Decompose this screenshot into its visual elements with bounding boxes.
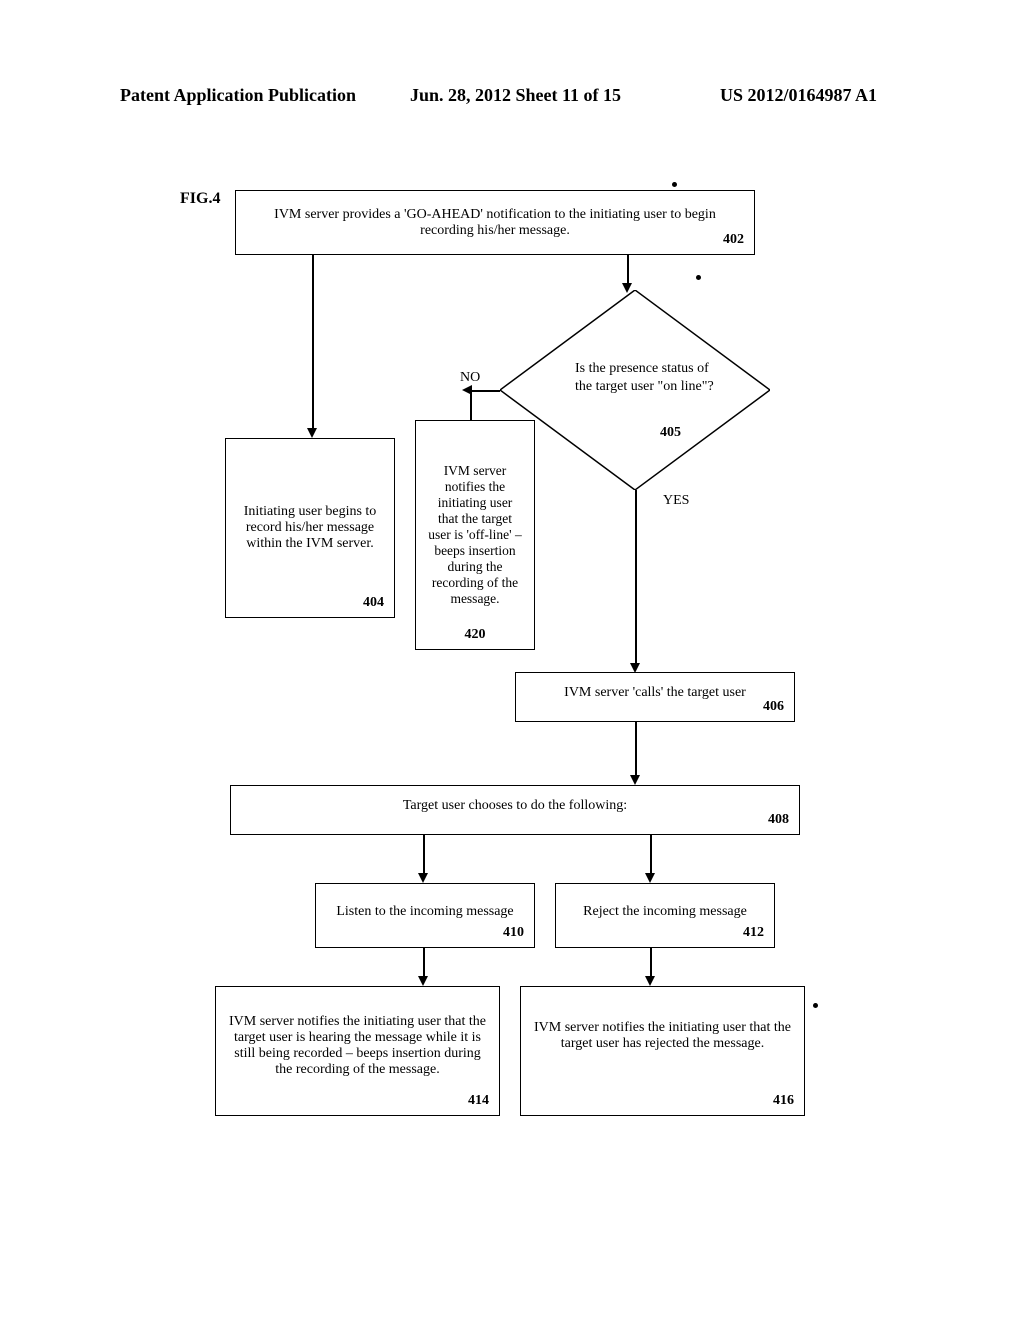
- box-412: Reject the incoming message 412: [555, 883, 775, 948]
- arrow-412-416: [650, 948, 652, 978]
- arrow-402-404: [312, 255, 314, 430]
- box-414-text: IVM server notifies the initiating user …: [226, 1014, 489, 1078]
- dot-icon-3: [813, 1003, 818, 1008]
- box-406-text: IVM server 'calls' the target user: [526, 685, 784, 701]
- box-412-num: 412: [743, 925, 764, 941]
- box-402: IVM server provides a 'GO-AHEAD' notific…: [235, 190, 755, 255]
- box-420-text: IVM server notifies the initiating user …: [426, 463, 524, 607]
- dot-icon-2: [696, 275, 701, 280]
- box-416-num: 416: [773, 1093, 794, 1109]
- box-410: Listen to the incoming message 410: [315, 883, 535, 948]
- arrow-408-410: [423, 835, 425, 875]
- box-404-text: Initiating user begins to record his/her…: [236, 504, 384, 552]
- box-408-num: 408: [768, 812, 789, 828]
- box-410-text: Listen to the incoming message: [326, 904, 524, 920]
- box-410-num: 410: [503, 925, 524, 941]
- arrow-408-412-head: [645, 873, 655, 883]
- header-left: Patent Application Publication: [120, 85, 356, 106]
- arrow-406-408-head: [630, 775, 640, 785]
- decision-405: Is the presence status of the target use…: [500, 290, 770, 490]
- arrow-408-412: [650, 835, 652, 875]
- box-408: Target user chooses to do the following:…: [230, 785, 800, 835]
- box-402-num: 402: [723, 232, 744, 248]
- header-right: US 2012/0164987 A1: [720, 85, 877, 106]
- box-414: IVM server notifies the initiating user …: [215, 986, 500, 1116]
- box-414-num: 414: [468, 1093, 489, 1109]
- label-no: NO: [460, 370, 480, 386]
- box-416-text: IVM server notifies the initiating user …: [531, 1020, 794, 1052]
- box-412-text: Reject the incoming message: [566, 904, 764, 920]
- arrow-405-yes: [635, 490, 637, 665]
- box-416: IVM server notifies the initiating user …: [520, 986, 805, 1116]
- box-408-text: Target user chooses to do the following:: [241, 798, 789, 814]
- arrow-405-no-v: [470, 390, 472, 420]
- box-402-text: IVM server provides a 'GO-AHEAD' notific…: [246, 207, 744, 239]
- arrow-406-408: [635, 722, 637, 777]
- figure-label: FIG.4: [180, 190, 220, 208]
- decision-405-num: 405: [660, 425, 681, 441]
- box-420-num: 420: [416, 627, 534, 643]
- decision-405-text: Is the presence status of the target use…: [575, 360, 715, 396]
- box-406-num: 406: [763, 699, 784, 715]
- arrow-408-410-head: [418, 873, 428, 883]
- header-center: Jun. 28, 2012 Sheet 11 of 15: [410, 85, 621, 106]
- arrow-410-414: [423, 948, 425, 978]
- label-yes: YES: [663, 493, 689, 509]
- dot-icon: [672, 182, 677, 187]
- arrow-402-404-head: [307, 428, 317, 438]
- box-404-num: 404: [363, 595, 384, 611]
- box-406: IVM server 'calls' the target user 406: [515, 672, 795, 722]
- arrow-410-414-head: [418, 976, 428, 986]
- arrow-405-no-h: [470, 390, 500, 392]
- arrow-402-405: [627, 255, 629, 285]
- arrow-412-416-head: [645, 976, 655, 986]
- box-420: IVM server notifies the initiating user …: [415, 420, 535, 650]
- box-404: Initiating user begins to record his/her…: [225, 438, 395, 618]
